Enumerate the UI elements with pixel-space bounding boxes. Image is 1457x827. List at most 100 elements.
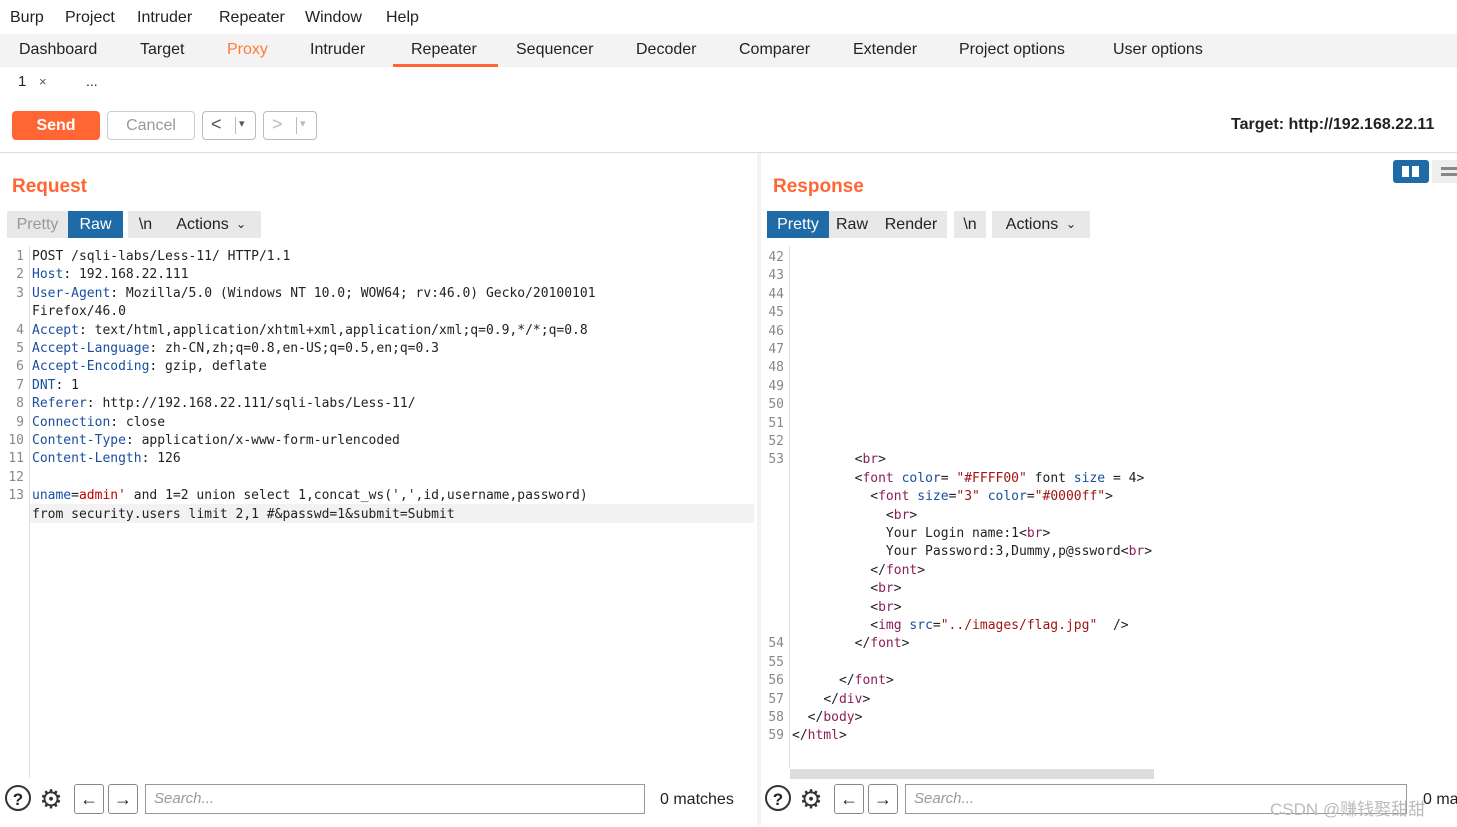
arrow-left-icon[interactable]: ← (74, 784, 104, 814)
request-line: uname=admin' and 1=2 union select 1,conc… (32, 488, 588, 504)
menu-burp[interactable]: Burp (10, 9, 44, 27)
line-number: 49 (768, 378, 784, 394)
line-number: 45 (768, 305, 784, 321)
chevron-down-icon[interactable]: ▾ (239, 117, 245, 130)
chevron-down-icon: ⌄ (1066, 217, 1077, 231)
line-number: 12 (8, 469, 24, 485)
line-number: 53 (768, 452, 784, 468)
separator (235, 117, 236, 134)
response-line: <font color= "#FFFF00" font size = 4> (854, 470, 1145, 486)
response-line: </body> (807, 710, 863, 725)
gear-icon[interactable]: ⚙ (37, 785, 65, 813)
line-number: 48 (768, 360, 784, 376)
repeater-subtabs: 1 × ... (0, 67, 1457, 100)
line-number: 42 (768, 250, 784, 265)
request-line: User-Agent: Mozilla/5.0 (Windows NT 10.0… (32, 285, 596, 301)
tab-pretty[interactable]: Pretty (7, 211, 68, 238)
request-line: Accept: text/html,application/xhtml+xml,… (32, 322, 588, 338)
line-number: 52 (768, 434, 784, 449)
repeater-toolbar: Send Cancel < ▾ > ▾ Target: http://192.1… (0, 98, 1457, 153)
response-editor[interactable]: 42 43 44 45 46 47 48 49 50 51 52 53 <br> <font colo… (760, 246, 1457, 768)
request-line: Accept-Encoding: gzip, deflate (32, 359, 267, 375)
match-count: 0 ma (1423, 791, 1457, 808)
response-line: </html> (792, 728, 847, 744)
horizontal-scrollbar[interactable] (790, 769, 1154, 779)
subtab-1[interactable]: 1 × (0, 67, 67, 100)
tab-repeater[interactable]: Repeater (411, 41, 477, 59)
request-editor[interactable]: 1 POST /sqli-labs/Less-11/ HTTP/1.1 2 Host:… (0, 246, 756, 776)
tab-dashboard[interactable]: Dashboard (19, 41, 97, 59)
target-label[interactable]: Target: http://192.168.22.11 (1231, 116, 1434, 134)
tab-decoder[interactable]: Decoder (636, 41, 696, 59)
line-number: 44 (768, 286, 784, 302)
response-line: <br> (870, 581, 902, 597)
menu-help[interactable]: Help (386, 9, 419, 27)
search-input[interactable]: Search... (145, 784, 645, 814)
newline-toggle[interactable]: \n (128, 211, 163, 238)
menu-repeater[interactable]: Repeater (219, 9, 285, 27)
tab-user-options[interactable]: User options (1113, 41, 1203, 59)
menu-project[interactable]: Project (65, 9, 115, 27)
arrow-right-icon[interactable]: → (108, 784, 138, 814)
tab-sequencer[interactable]: Sequencer (516, 41, 593, 59)
match-count: 0 matches (660, 791, 734, 808)
main-tabs: Dashboard Target Proxy Intruder Repeater… (0, 34, 1457, 68)
tab-intruder[interactable]: Intruder (310, 41, 365, 59)
request-title: Request (12, 176, 87, 197)
tab-proxy[interactable]: Proxy (227, 41, 268, 59)
tab-project-options[interactable]: Project options (959, 41, 1065, 59)
arrow-left-icon[interactable]: ← (834, 784, 864, 814)
line-number: 59 (768, 728, 784, 744)
menu-bar: Burp Project Intruder Repeater Window He… (0, 0, 1457, 36)
line-number: 4 (16, 322, 24, 338)
line-number: 10 (8, 433, 24, 448)
line-number: 6 (16, 359, 24, 375)
arrow-right-icon[interactable]: → (868, 784, 898, 814)
tab-render[interactable]: Render (875, 211, 947, 238)
response-line: <font size="3" color="#0000ff"> (870, 489, 1113, 505)
line-number: 9 (16, 414, 24, 430)
line-number: 7 (16, 377, 24, 393)
response-line: </font> (838, 673, 894, 689)
actions-button[interactable]: Actions (162, 211, 261, 238)
forward-button[interactable]: > ▾ (263, 111, 317, 140)
tab-target[interactable]: Target (140, 41, 184, 59)
tab-raw[interactable]: Raw (68, 211, 123, 238)
newline-toggle[interactable]: \n (954, 211, 986, 238)
new-tab-button[interactable]: ... (86, 73, 98, 89)
tab-raw[interactable]: Raw (829, 211, 875, 238)
line-number: 11 (8, 451, 24, 467)
tab-pretty[interactable]: Pretty (767, 211, 829, 238)
separator (296, 117, 297, 134)
request-line: Firefox/46.0 (32, 304, 126, 320)
chevron-down-icon[interactable]: ▾ (300, 117, 306, 130)
line-number: 51 (768, 415, 784, 431)
response-line: <img src="../images/flag.jpg" /> (870, 618, 1129, 633)
response-line: <br> (854, 452, 886, 468)
help-icon[interactable]: ? (765, 785, 791, 811)
gear-icon[interactable]: ⚙ (797, 785, 825, 813)
line-number: 43 (768, 268, 784, 284)
line-number: 57 (768, 691, 784, 707)
menu-intruder[interactable]: Intruder (137, 9, 192, 27)
split-view-icon[interactable] (1393, 160, 1429, 183)
back-button[interactable]: < ▾ (202, 111, 256, 140)
line-number: 55 (768, 654, 784, 670)
menu-window[interactable]: Window (305, 9, 362, 27)
tab-extender[interactable]: Extender (853, 41, 917, 59)
chevron-right-icon: > (272, 114, 283, 134)
request-search-bar: ? ⚙ ← → Search... 0 matches (0, 780, 756, 820)
help-icon[interactable]: ? (5, 785, 31, 811)
close-icon[interactable]: × (39, 74, 47, 89)
actions-label: Actions (1005, 216, 1059, 233)
line-number: 5 (16, 341, 24, 356)
line-number: 13 (8, 488, 24, 504)
send-button[interactable]: Send (12, 111, 100, 140)
tab-comparer[interactable]: Comparer (739, 41, 810, 59)
request-line: Content-Length: 126 (32, 451, 181, 467)
chevron-left-icon: < (211, 114, 222, 134)
line-number: 46 (768, 323, 784, 339)
stacked-view-icon[interactable] (1432, 160, 1457, 183)
line-number: 47 (768, 342, 784, 357)
cancel-button[interactable]: Cancel (107, 111, 195, 140)
